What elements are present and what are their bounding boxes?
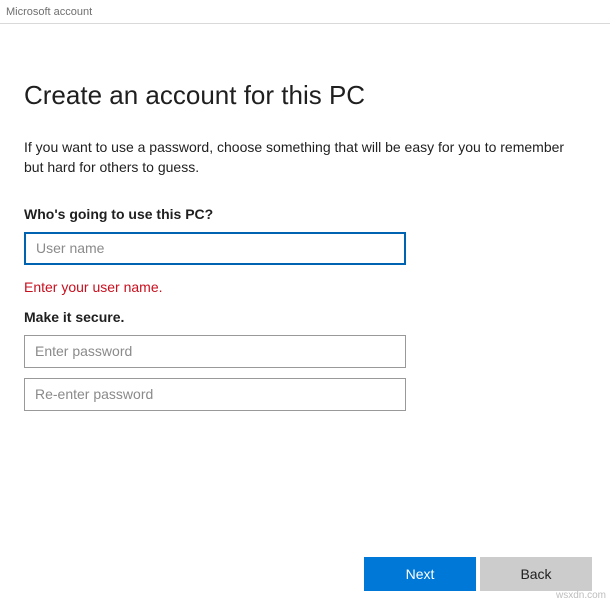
- username-error: Enter your user name.: [24, 279, 586, 295]
- page-description: If you want to use a password, choose so…: [24, 137, 586, 178]
- button-bar: Next Back: [364, 557, 592, 591]
- next-button[interactable]: Next: [364, 557, 476, 591]
- page-content: Create an account for this PC If you wan…: [0, 24, 610, 411]
- username-input[interactable]: [24, 232, 406, 265]
- password-section-label: Make it secure.: [24, 309, 586, 325]
- window-titlebar: Microsoft account: [0, 0, 610, 24]
- watermark: wsxdn.com: [556, 590, 606, 601]
- back-button[interactable]: Back: [480, 557, 592, 591]
- page-heading: Create an account for this PC: [24, 80, 586, 111]
- username-section-label: Who's going to use this PC?: [24, 206, 586, 222]
- password-input[interactable]: [24, 335, 406, 368]
- window-title: Microsoft account: [6, 6, 92, 18]
- confirm-password-input[interactable]: [24, 378, 406, 411]
